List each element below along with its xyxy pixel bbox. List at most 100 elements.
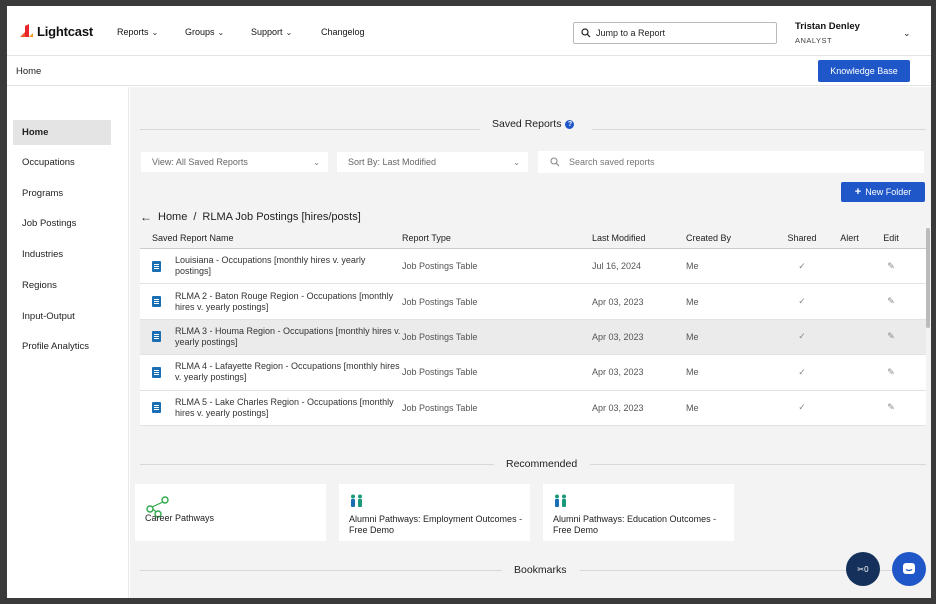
nav-changelog-label: Changelog: [321, 27, 365, 37]
divider: [590, 464, 926, 465]
table-row[interactable]: Louisiana - Occupations [monthly hires v…: [140, 249, 926, 285]
nav-reports-label: Reports: [117, 27, 149, 37]
check-icon: ✓: [798, 402, 806, 413]
check-icon: ✓: [798, 260, 806, 271]
edit-icon[interactable]: ✎: [871, 261, 911, 272]
help-icon[interactable]: ?: [565, 119, 575, 129]
table-row[interactable]: RLMA 3 - Houma Region - Occupations [mon…: [140, 319, 926, 356]
view-filter-value: View: All Saved Reports: [152, 157, 248, 167]
edit-icon[interactable]: ✎: [871, 367, 911, 378]
edit-icon[interactable]: ✎: [871, 296, 911, 307]
card-alumni-education[interactable]: Alumni Pathways: Education Outcomes - Fr…: [543, 484, 734, 541]
jump-to-report-input[interactable]: Jump to a Report: [573, 22, 777, 44]
breadcrumb-home[interactable]: Home: [16, 66, 41, 77]
sidebar-item-home[interactable]: Home: [13, 120, 111, 145]
sidebar-item-profile-analytics[interactable]: Profile Analytics: [13, 334, 111, 359]
edit-icon[interactable]: ✎: [871, 331, 911, 342]
card-career-pathways[interactable]: Career Pathways: [135, 484, 326, 541]
report-type: Job Postings Table: [402, 367, 478, 378]
table-row[interactable]: RLMA 5 - Lake Charles Region - Occupatio…: [140, 390, 926, 426]
chevron-down-icon: ⌄: [217, 27, 225, 37]
report-type: Job Postings Table: [402, 402, 478, 413]
report-modified: Jul 16, 2024: [592, 261, 642, 272]
report-icon: [152, 331, 161, 343]
report-icon: [152, 296, 161, 308]
report-modified: Apr 03, 2023: [592, 331, 644, 342]
nav-support[interactable]: Support ⌄: [251, 27, 292, 37]
nav-changelog[interactable]: Changelog: [321, 27, 365, 37]
report-name[interactable]: RLMA 4 - Lafayette Region - Occupations …: [175, 361, 402, 383]
sidebar-item-occupations[interactable]: Occupations: [13, 150, 111, 175]
nav-reports[interactable]: Reports ⌄: [117, 27, 158, 37]
divider: [140, 129, 480, 130]
chat-fab-button[interactable]: [892, 552, 926, 586]
report-icon: [152, 402, 161, 414]
sidebar-item-job-postings[interactable]: Job Postings: [13, 211, 111, 236]
saved-reports-table: Saved Report Name Report Type Last Modif…: [140, 228, 926, 426]
divider: [140, 570, 502, 571]
search-saved-reports-input[interactable]: Search saved reports: [538, 151, 924, 173]
search-icon: [581, 28, 591, 38]
col-created-by: Created By: [686, 233, 732, 243]
report-modified: Apr 03, 2023: [592, 367, 644, 378]
report-modified: Apr 03, 2023: [592, 296, 644, 307]
nav-groups-label: Groups: [185, 27, 215, 37]
report-name[interactable]: RLMA 5 - Lake Charles Region - Occupatio…: [175, 397, 402, 419]
arrow-left-icon[interactable]: ←: [140, 210, 152, 224]
table-row[interactable]: RLMA 4 - Lafayette Region - Occupations …: [140, 355, 926, 391]
recommended-title: Recommended: [506, 458, 578, 470]
search-icon: [550, 157, 560, 167]
table-scrollbar[interactable]: [926, 228, 930, 328]
saved-reports-title: Saved Reports ?: [492, 118, 575, 130]
people-icon: [555, 494, 566, 507]
knowledge-base-button[interactable]: Knowledge Base: [818, 60, 910, 82]
report-created-by: Me: [686, 367, 699, 378]
chevron-down-icon: ⌄: [151, 27, 159, 37]
chat-icon: [903, 563, 915, 574]
report-name[interactable]: RLMA 3 - Houma Region - Occupations [mon…: [175, 326, 402, 348]
divider: [592, 129, 926, 130]
check-icon: ✓: [798, 331, 806, 342]
check-icon: ✓: [798, 366, 806, 377]
nav-groups[interactable]: Groups ⌄: [185, 27, 224, 37]
bookmarks-title: Bookmarks: [514, 564, 567, 576]
sidebar-item-regions[interactable]: Regions: [13, 273, 111, 298]
chevron-down-icon[interactable]: ⌄: [903, 28, 911, 39]
card-alumni-employment[interactable]: Alumni Pathways: Employment Outcomes - F…: [339, 484, 530, 541]
path-home[interactable]: Home: [158, 211, 187, 223]
report-name[interactable]: RLMA 2 - Baton Rouge Region - Occupation…: [175, 291, 402, 313]
new-folder-button[interactable]: + New Folder: [841, 182, 925, 202]
table-row[interactable]: RLMA 2 - Baton Rouge Region - Occupation…: [140, 284, 926, 320]
user-name: Tristan Denley: [795, 21, 860, 32]
report-created-by: Me: [686, 402, 699, 413]
logo[interactable]: Lightcast: [18, 23, 93, 39]
report-type: Job Postings Table: [402, 331, 478, 342]
path-folder: RLMA Job Postings [hires/posts]: [202, 211, 361, 223]
sort-filter-select[interactable]: Sort By: Last Modified ⌄: [337, 152, 528, 172]
report-created-by: Me: [686, 261, 699, 272]
breadcrumb-bar: Home Knowledge Base: [7, 56, 931, 86]
view-filter-select[interactable]: View: All Saved Reports ⌄: [141, 152, 328, 172]
card-title: Career Pathways: [145, 513, 215, 523]
divider: [140, 464, 494, 465]
col-edit: Edit: [883, 233, 899, 243]
sidebar-item-industries[interactable]: Industries: [13, 242, 111, 267]
chevron-down-icon: ⌄: [513, 157, 520, 167]
sidebar-item-programs[interactable]: Programs: [13, 181, 111, 206]
fab-count: 0: [864, 564, 869, 574]
check-icon: ✓: [798, 296, 806, 307]
plus-icon: +: [854, 186, 862, 198]
user-menu[interactable]: Tristan Denley ANALYST: [795, 21, 860, 45]
table-header: Saved Report Name Report Type Last Modif…: [140, 228, 926, 249]
card-title: Alumni Pathways: Education Outcomes - Fr…: [553, 514, 717, 535]
sort-filter-value: Sort By: Last Modified: [348, 157, 437, 167]
new-folder-label: New Folder: [865, 187, 912, 197]
report-created-by: Me: [686, 296, 699, 307]
sidebar-item-input-output[interactable]: Input-Output: [13, 304, 111, 329]
edit-icon[interactable]: ✎: [871, 402, 911, 413]
app-frame: Lightcast Reports ⌄ Groups ⌄ Support ⌄ Chan…: [7, 6, 931, 598]
notes-fab-button[interactable]: ✂ 0: [846, 552, 880, 586]
report-name[interactable]: Louisiana - Occupations [monthly hires v…: [175, 255, 402, 277]
people-icon: [351, 494, 362, 507]
report-created-by: Me: [686, 331, 699, 342]
